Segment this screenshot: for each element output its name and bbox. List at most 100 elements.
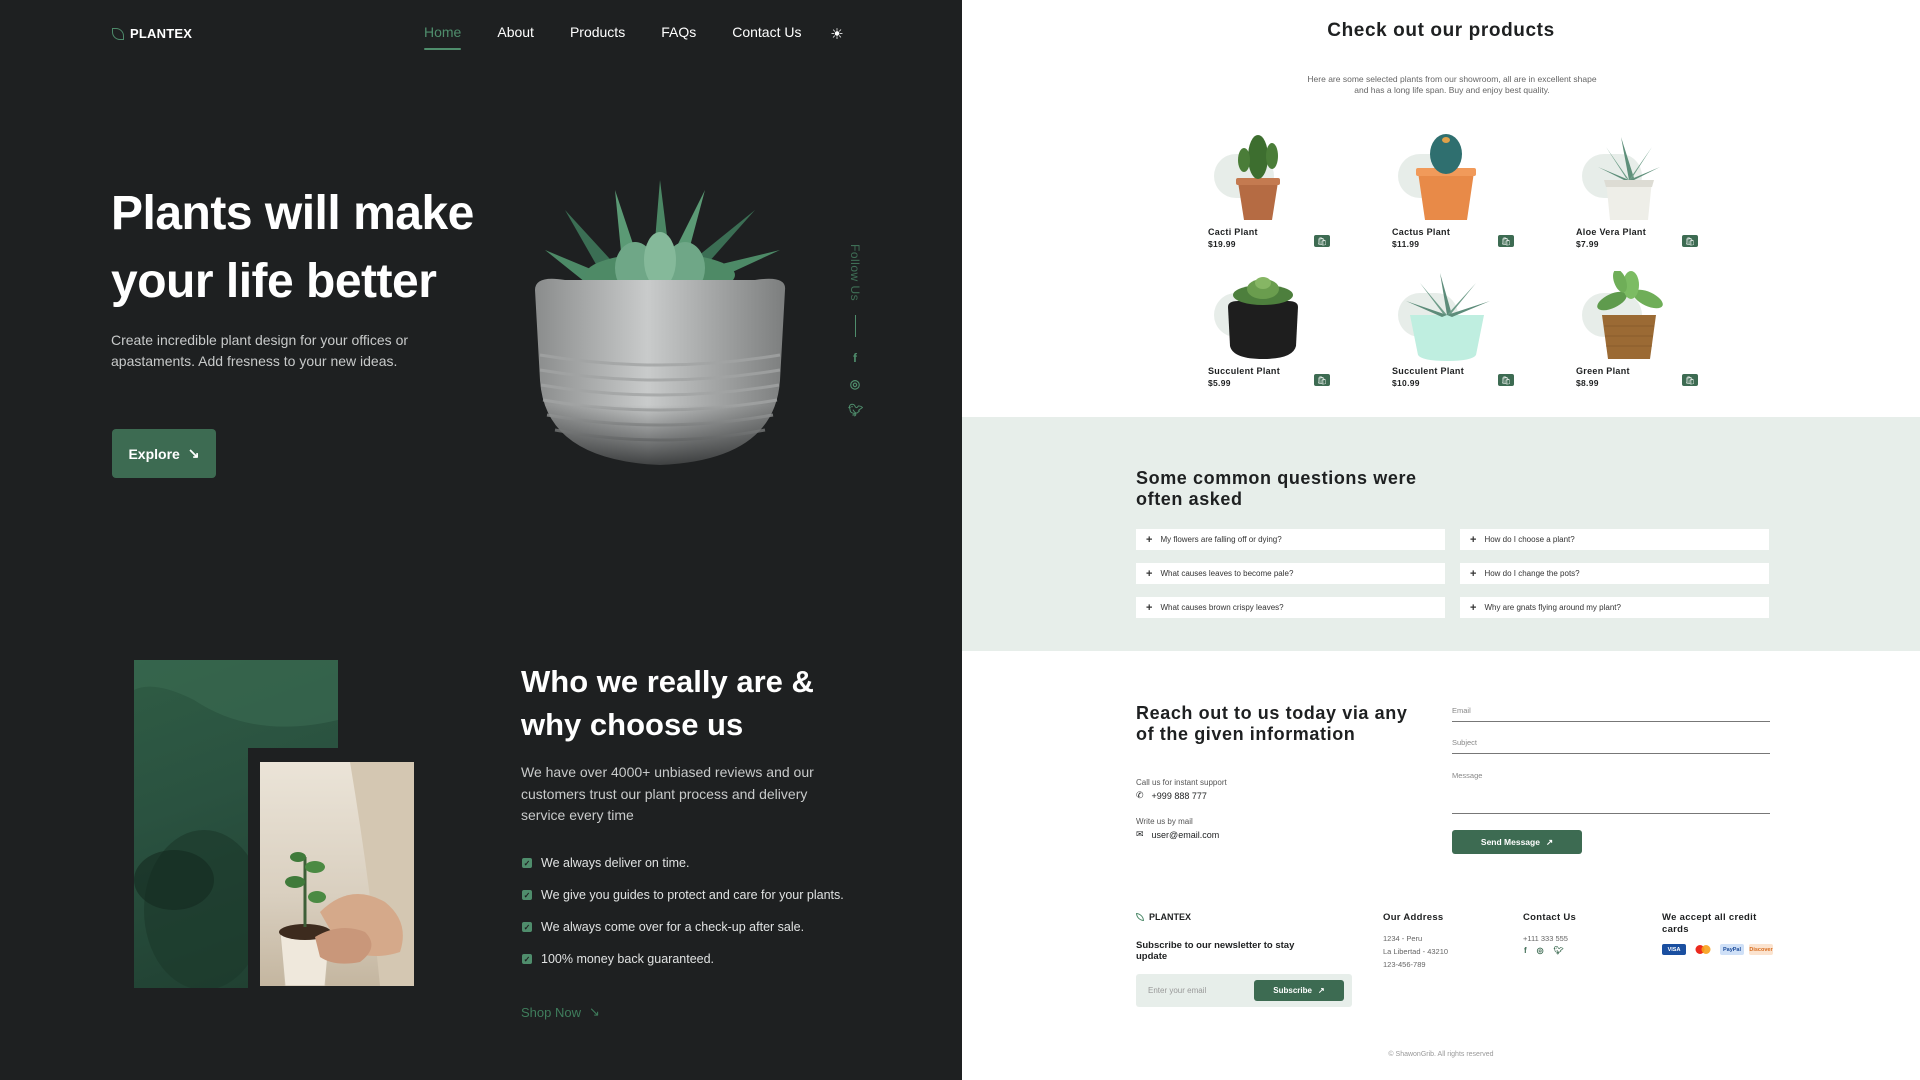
cart-icon[interactable]: 🛍︎: [1498, 235, 1514, 247]
follow-us-bar: Follow Us f ◎ 🐦︎: [848, 244, 863, 429]
explore-button-label: Explore: [128, 445, 180, 462]
faq-question: How do I change the pots?: [1484, 569, 1580, 578]
brand-logo[interactable]: PLANTEX: [112, 26, 192, 41]
product-card[interactable]: Aloe Vera Plant $7.99 🛍︎: [1576, 132, 1706, 262]
newsletter-email-input[interactable]: Enter your email: [1148, 986, 1206, 995]
nav-products[interactable]: Products: [570, 24, 625, 50]
product-card[interactable]: Succulent Plant $10.99 🛍︎: [1392, 271, 1522, 401]
cart-icon[interactable]: 🛍︎: [1682, 374, 1698, 386]
product-name: Succulent Plant: [1208, 366, 1281, 376]
product-name: Succulent Plant: [1392, 366, 1465, 376]
mail-icon: ✉: [1136, 829, 1144, 839]
faq-item[interactable]: + My flowers are falling off or dying?: [1136, 529, 1445, 550]
faq-item[interactable]: + What causes leaves to become pale?: [1136, 563, 1445, 584]
subject-field[interactable]: Subject: [1452, 738, 1770, 754]
product-card[interactable]: Cacti Plant $19.99 🛍︎: [1208, 132, 1338, 262]
facebook-icon[interactable]: f: [1524, 946, 1527, 955]
plus-icon: +: [1470, 533, 1477, 546]
product-price: $7.99: [1576, 239, 1599, 249]
email-field[interactable]: Email: [1452, 706, 1770, 722]
subscribe-button[interactable]: Subscribe ↗: [1254, 980, 1344, 1001]
shop-now-link[interactable]: Shop Now ↘: [521, 1004, 600, 1020]
cart-icon[interactable]: 🛍︎: [1314, 235, 1330, 247]
twitter-icon[interactable]: 🐦︎: [1554, 946, 1564, 955]
sun-icon[interactable]: ☀: [828, 25, 846, 43]
nav-about[interactable]: About: [497, 24, 534, 50]
shop-now-label: Shop Now: [521, 1004, 581, 1020]
product-price: $19.99: [1208, 239, 1236, 249]
list-item: ✓ We always come over for a check-up aft…: [522, 918, 844, 936]
plus-icon: +: [1146, 567, 1153, 580]
checkbox-icon: ✓: [522, 890, 532, 900]
twitter-icon[interactable]: 🐦︎: [848, 403, 863, 417]
paypal-icon: PayPal: [1720, 944, 1744, 955]
visa-icon: VISA: [1662, 944, 1686, 955]
cart-icon[interactable]: 🛍︎: [1314, 374, 1330, 386]
facebook-icon[interactable]: f: [848, 351, 862, 365]
succulent-black-pot-illustration: [1228, 277, 1298, 359]
email-field-placeholder: Email: [1452, 706, 1471, 715]
product-image: [1208, 132, 1338, 227]
list-item: ✓ We give you guides to protect and care…: [522, 886, 844, 904]
faq-question: How do I choose a plant?: [1484, 535, 1575, 544]
message-field-placeholder: Message: [1452, 771, 1483, 780]
list-item: ✓ We always deliver on time.: [522, 854, 844, 872]
faq-item[interactable]: + How do I change the pots?: [1460, 563, 1769, 584]
footer-logo[interactable]: PLANTEX: [1136, 912, 1191, 922]
about-title: Who we really are & why choose us: [521, 664, 814, 742]
leaf-icon: [1136, 913, 1144, 921]
product-card[interactable]: Green Plant $8.99 🛍︎: [1576, 271, 1706, 401]
nav-home[interactable]: Home: [424, 24, 462, 50]
succulent-pot-illustration: [525, 180, 795, 480]
product-name: Aloe Vera Plant: [1576, 227, 1647, 237]
benefit-text: We give you guides to protect and care f…: [541, 888, 844, 902]
hero-plant-image: [525, 180, 795, 480]
green-plant-illustration: [1597, 271, 1663, 359]
plus-icon: +: [1146, 533, 1153, 546]
footer-social-icons: f ◎ 🐦︎: [1524, 946, 1564, 955]
nav-contact[interactable]: Contact Us: [732, 24, 801, 50]
product-name: Cacti Plant: [1208, 227, 1258, 237]
arrow-down-right-icon: ↘: [588, 1004, 600, 1019]
faq-title: Some common questions were often asked: [1136, 468, 1417, 509]
brand-name: PLANTEX: [130, 26, 193, 41]
products-title: Check out our products: [1327, 20, 1555, 41]
plus-icon: +: [1470, 601, 1477, 614]
product-name: Green Plant: [1576, 366, 1630, 376]
arrow-up-right-icon: ↗: [1545, 836, 1554, 847]
faq-item[interactable]: + What causes brown crispy leaves?: [1136, 597, 1445, 618]
follow-us-label: Follow Us: [848, 244, 862, 302]
cacti-plant-illustration: [1236, 135, 1280, 220]
plus-icon: +: [1470, 567, 1477, 580]
benefit-text: We always come over for a check-up after…: [541, 920, 805, 934]
newsletter-title: Subscribe to our newsletter to stay upda…: [1136, 940, 1295, 962]
email-line[interactable]: ✉ user@email.com: [1136, 829, 1219, 840]
product-card[interactable]: Succulent Plant $5.99 🛍︎: [1208, 271, 1338, 401]
product-price: $11.99: [1392, 239, 1420, 249]
phone-icon: ✆: [1136, 790, 1144, 800]
about-image-secondary: [260, 762, 414, 986]
potting-plant-photo: [279, 762, 414, 986]
instagram-icon[interactable]: ◎: [848, 377, 862, 391]
address-line: La Libertad - 43210: [1383, 947, 1449, 956]
footer-phone: +111 333 555: [1523, 934, 1568, 943]
phone-line[interactable]: ✆ +999 888 777: [1136, 790, 1207, 801]
email-address: user@email.com: [1151, 829, 1220, 840]
faq-item[interactable]: + Why are gnats flying around my plant?: [1460, 597, 1769, 618]
landing-light-panel: Check out our products Here are some sel…: [962, 0, 1920, 1080]
message-field[interactable]: Message: [1452, 771, 1770, 814]
hero-description: Create incredible plant design for your …: [111, 332, 409, 369]
cart-icon[interactable]: 🛍︎: [1682, 235, 1698, 247]
cart-icon[interactable]: 🛍︎: [1498, 374, 1514, 386]
explore-button[interactable]: Explore ↘: [112, 429, 216, 478]
credit-card-logos: VISA PayPal Discover: [1662, 944, 1773, 955]
faq-item[interactable]: + How do I choose a plant?: [1460, 529, 1769, 550]
nav-faqs[interactable]: FAQs: [661, 24, 696, 50]
faq-section: Some common questions were often asked +…: [962, 417, 1920, 651]
instagram-icon[interactable]: ◎: [1537, 946, 1544, 955]
checkbox-icon: ✓: [522, 922, 532, 932]
faq-question: Why are gnats flying around my plant?: [1484, 603, 1621, 612]
send-message-button[interactable]: Send Message ↗: [1452, 830, 1582, 854]
address-title: Our Address: [1383, 912, 1444, 923]
product-card[interactable]: Cactus Plant $11.99 🛍︎: [1392, 132, 1522, 262]
